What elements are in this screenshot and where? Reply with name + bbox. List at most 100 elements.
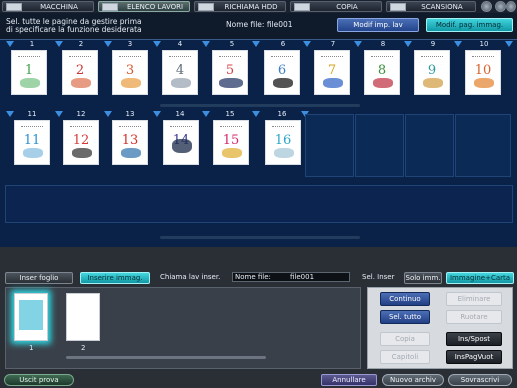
insert-marker[interactable] — [202, 111, 210, 117]
image-only-option[interactable]: Solo imm. — [404, 272, 442, 284]
image-and-paper-option[interactable]: Immagine+Carta — [446, 272, 514, 284]
insert-marker[interactable] — [505, 41, 513, 47]
scan-icon — [390, 3, 406, 11]
insert-marker[interactable] — [55, 111, 63, 117]
page-thumbnail[interactable]: 9 — [414, 50, 450, 95]
insert-marker[interactable] — [153, 41, 161, 47]
insert-marker[interactable] — [153, 111, 161, 117]
page-number: 15 — [225, 110, 235, 118]
empty-slot — [305, 114, 354, 177]
thumbnail-number: 1 — [29, 344, 34, 352]
page-thumbnail[interactable]: 14 — [163, 120, 199, 165]
insert-image-thumbnail[interactable] — [66, 293, 100, 341]
new-archive-button[interactable]: Nuovo archiv — [382, 374, 444, 386]
page-number: 5 — [229, 40, 235, 48]
page-thumbnail[interactable]: 16 — [265, 120, 301, 165]
insert-marker[interactable] — [303, 41, 311, 47]
copy-button[interactable]: Copia — [380, 332, 430, 346]
page-thumbnail[interactable]: 8 — [364, 50, 400, 95]
insert-image-thumbnail[interactable] — [14, 293, 48, 341]
insert-move-button[interactable]: Ins/Spost — [446, 332, 502, 346]
tab-job-list[interactable]: ELENCO LAVORI — [98, 1, 190, 12]
insert-marker[interactable] — [252, 41, 260, 47]
empty-page-row — [5, 185, 513, 223]
page-thumbnail[interactable]: 3 — [112, 50, 148, 95]
page-number: 10 — [479, 40, 489, 48]
insert-marker[interactable] — [104, 111, 112, 117]
insert-marker[interactable] — [202, 41, 210, 47]
tab-label: MACCHINA — [40, 3, 78, 11]
tab-machine[interactable]: MACCHINA — [2, 1, 94, 12]
insert-marker[interactable] — [454, 41, 462, 47]
insert-marker[interactable] — [6, 41, 14, 47]
delete-button[interactable]: Eliminare — [446, 292, 502, 306]
tab-insert-sheet[interactable]: Inser foglio — [5, 272, 73, 284]
page-digit: 12 — [72, 133, 90, 148]
modify-job-settings-button[interactable]: Modif imp. lav — [337, 18, 419, 32]
file-name-label: Nome file: file001 — [226, 20, 293, 29]
thumbnail-scrollbar[interactable] — [66, 356, 266, 359]
page-number: 11 — [27, 110, 37, 118]
page-header: Sel. tutte le pagine da gestire prima di… — [0, 13, 517, 39]
grid-scrollbar[interactable] — [160, 236, 360, 239]
page-digit: 13 — [121, 133, 139, 148]
insert-marker[interactable] — [252, 111, 260, 117]
page-thumbnail[interactable]: 13 — [112, 120, 148, 165]
insert-marker[interactable] — [354, 41, 362, 47]
select-all-button[interactable]: Sel. tutto — [380, 310, 430, 324]
page-number: 13 — [125, 110, 135, 118]
page-number: 14 — [175, 110, 185, 118]
modify-page-image-button[interactable]: Modif. pag. immag. — [426, 18, 513, 32]
page-number: 4 — [177, 40, 183, 48]
chapters-button[interactable]: Capitoli — [380, 350, 430, 364]
insert-blank-page-button[interactable]: InsPagVuot — [446, 350, 502, 364]
overwrite-button[interactable]: Sovrascrivi — [448, 374, 512, 386]
tab-scan[interactable]: SCANSIONA — [386, 1, 476, 12]
insert-marker[interactable] — [404, 41, 412, 47]
recall-insert-job-label: Chiama lav inser. — [160, 273, 221, 281]
insert-marker[interactable] — [55, 41, 63, 47]
page-thumbnail[interactable]: 15 — [213, 120, 249, 165]
page-thumbnail[interactable]: 6 — [264, 50, 300, 95]
help-icon[interactable] — [495, 1, 506, 12]
page-grid: 1 1 2 2 3 3 4 4 5 5 6 6 7 7 8 8 9 9 10 1… — [0, 39, 517, 247]
proof-output-button[interactable]: Uscit prova — [4, 374, 74, 386]
tab-recall-hdd[interactable]: RICHIAMA HDD — [194, 1, 286, 12]
insert-marker[interactable] — [6, 111, 14, 117]
page-thumbnail[interactable]: 11 — [14, 120, 50, 165]
insert-marker[interactable] — [104, 41, 112, 47]
tab-label: COPIA — [336, 3, 358, 11]
file-name-field-value: file001 — [290, 273, 315, 281]
page-digit: 10 — [474, 63, 492, 78]
page-thumbnail[interactable]: 10 — [465, 50, 501, 95]
page-digit: 4 — [175, 63, 185, 78]
instruction-line-2: di specificare la funzione desiderata — [6, 25, 142, 34]
cancel-button[interactable]: Annullare — [321, 374, 377, 386]
continuous-button[interactable]: Continuo — [380, 292, 430, 306]
insert-image-list: 1 2 — [5, 287, 361, 369]
page-number: 1 — [29, 40, 35, 48]
page-thumbnail[interactable]: 4 — [162, 50, 198, 95]
page-thumbnail[interactable]: 12 — [63, 120, 99, 165]
page-number: 8 — [380, 40, 386, 48]
thumbnail-number: 2 — [81, 344, 86, 352]
page-number: 16 — [277, 110, 287, 118]
empty-slot — [455, 114, 511, 177]
settings-icon[interactable] — [506, 1, 516, 12]
page-thumbnail[interactable]: 7 — [314, 50, 350, 95]
page-digit: 3 — [125, 63, 135, 78]
machine-icon — [6, 3, 22, 11]
tab-label: ELENCO LAVORI — [126, 3, 184, 11]
page-number: 12 — [76, 110, 86, 118]
tab-copy[interactable]: COPIA — [290, 1, 382, 12]
row-separator — [160, 104, 360, 107]
tab-label: RICHIAMA HDD — [224, 3, 278, 11]
rotate-button[interactable]: Ruotare — [446, 310, 502, 324]
alert-icon[interactable] — [481, 1, 492, 12]
page-thumbnail[interactable]: 5 — [212, 50, 248, 95]
tab-insert-image[interactable]: Inserire immag. — [80, 272, 150, 284]
page-thumbnail[interactable]: 1 — [11, 50, 47, 95]
page-thumbnail[interactable]: 2 — [62, 50, 98, 95]
page-digit: 11 — [23, 133, 41, 148]
page-number: 6 — [280, 40, 286, 48]
